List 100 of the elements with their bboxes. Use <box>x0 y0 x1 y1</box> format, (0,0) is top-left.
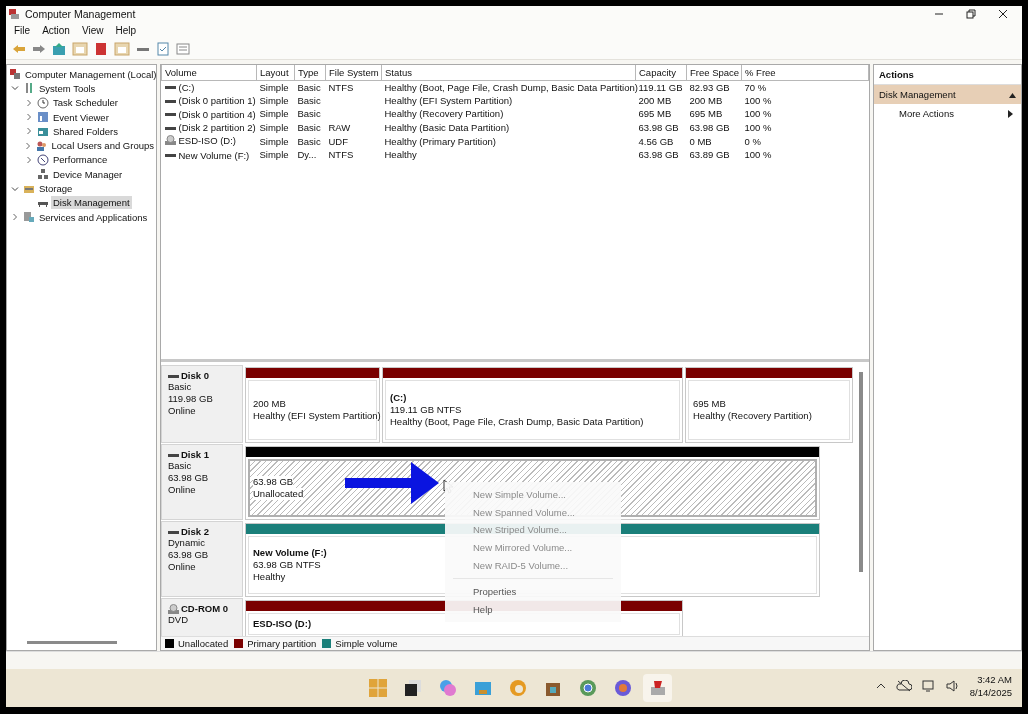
column-header[interactable]: Type <box>294 65 326 80</box>
window-title: Computer Management <box>25 8 137 20</box>
close-icon[interactable] <box>998 9 1008 19</box>
table-cell: 100 % <box>744 149 772 161</box>
gauge-icon <box>37 153 49 166</box>
partition-info: Healthy (EFI System Partition) <box>253 410 381 422</box>
tree-item[interactable]: Event Viewer <box>51 110 111 124</box>
folder-up-icon[interactable] <box>52 41 66 56</box>
column-header[interactable]: Status <box>381 65 636 80</box>
back-arrow-icon[interactable] <box>12 42 26 55</box>
column-header[interactable]: % Free <box>741 65 869 80</box>
partition-name: ESD-ISO (D:) <box>253 618 312 630</box>
tree-item[interactable]: Performance <box>51 153 110 167</box>
partition[interactable]: (C:) 119.11 GB NTFS Healthy (Boot, Page File, Crash Dump, Basic Data Partition) <box>382 367 683 443</box>
menu-item[interactable]: Properties <box>445 582 621 601</box>
table-cell: New Volume (F:) <box>178 149 250 161</box>
column-header[interactable]: Capacity <box>635 65 687 80</box>
scrollbar[interactable] <box>27 641 117 644</box>
table-cell: Healthy (EFI System Partition) <box>384 94 513 106</box>
speaker-icon[interactable] <box>945 680 960 692</box>
menu-item[interactable]: Help <box>445 600 621 619</box>
column-header[interactable]: Free Space <box>686 65 742 80</box>
drive-icon <box>164 97 176 104</box>
disk-info: Online <box>168 484 197 496</box>
menu-item[interactable]: Action <box>42 24 70 36</box>
partition-info: Unallocated <box>253 488 304 500</box>
menu-item[interactable]: File <box>14 24 31 36</box>
disk-label-panel[interactable]: CD-ROM 0 DVD <box>161 598 243 636</box>
table-cell: Basic <box>297 108 321 120</box>
partition-info: Healthy (Recovery Partition) <box>693 410 812 422</box>
drive-icon <box>164 111 176 118</box>
table-cell: 0 MB <box>689 135 712 147</box>
computer-icon <box>9 68 21 81</box>
disk-info: Online <box>168 405 197 417</box>
chevron-right-icon[interactable] <box>11 213 19 222</box>
table-cell: Healthy (Primary Partition) <box>384 135 496 147</box>
disk-label-panel[interactable]: Disk 2 Dynamic 63.98 GB Online <box>161 521 243 597</box>
console-tree-icon[interactable] <box>72 41 88 56</box>
column-header[interactable]: Layout <box>256 65 295 80</box>
table-cell: Healthy (Boot, Page File, Crash Dump, Basic Data Partition) <box>384 81 638 93</box>
tree-item[interactable]: Local Users and Groups <box>49 139 156 153</box>
drive-icon <box>164 124 176 131</box>
partition[interactable]: 200 MB Healthy (EFI System Partition) <box>245 367 380 443</box>
tree-item[interactable]: Computer Management (Local) <box>23 67 159 81</box>
menu-item[interactable]: View <box>81 24 104 36</box>
legend-label: Simple volume <box>335 638 398 649</box>
table-cell: Simple <box>259 122 289 134</box>
disk-name: Disk 1 <box>181 449 209 460</box>
table-cell: 100 % <box>744 122 772 134</box>
taskbar-app[interactable] <box>643 674 672 702</box>
monitor-icon[interactable] <box>921 680 936 692</box>
drive-icon <box>164 84 176 91</box>
tree-item[interactable]: Shared Folders <box>51 124 120 138</box>
cd-drive-icon <box>164 135 176 146</box>
clock-time[interactable]: 3:42 AM <box>977 673 1012 686</box>
chevron-up-icon[interactable] <box>875 682 886 690</box>
table-cell: 82.93 GB <box>689 81 730 93</box>
table-cell: 100 % <box>744 108 772 120</box>
disk-info: Dynamic <box>168 537 206 549</box>
tree-item[interactable]: Services and Applications <box>37 210 150 224</box>
column-header[interactable]: Volume <box>161 65 257 80</box>
table-cell: ESD-ISO (D:) <box>178 134 237 146</box>
table-cell: 200 MB <box>638 94 672 106</box>
list-icon[interactable] <box>176 41 190 56</box>
section-label: Disk Management <box>879 89 956 100</box>
tree-item[interactable]: Disk Management <box>51 196 132 210</box>
column-header[interactable]: File System <box>325 65 382 80</box>
disk-info: 63.98 GB <box>168 549 210 561</box>
chevron-down-icon[interactable] <box>11 184 19 193</box>
cloud-off-icon[interactable] <box>895 680 912 692</box>
chevron-down-icon[interactable] <box>11 84 19 93</box>
tree-item[interactable]: Task Scheduler <box>51 96 120 110</box>
disk-label-panel[interactable]: Disk 0 Basic 119.98 GB Online <box>161 365 243 443</box>
tree-item[interactable]: System Tools <box>37 81 98 95</box>
forward-arrow-icon[interactable] <box>32 42 46 55</box>
action-section[interactable]: Disk Management <box>874 85 1021 104</box>
tree-item[interactable]: Device Manager <box>51 167 125 181</box>
disk-label-panel[interactable]: Disk 1 Basic 63.98 GB Online <box>161 444 243 520</box>
device-icon <box>37 168 49 181</box>
action-link[interactable]: More Actions <box>874 104 1021 123</box>
task-view-icon <box>403 679 422 697</box>
log-icon <box>37 111 49 124</box>
clock-date[interactable]: 8/14/2025 <box>969 686 1012 699</box>
menu-item[interactable]: Help <box>115 24 136 36</box>
panel-icon[interactable] <box>114 41 130 56</box>
legend-label: Unallocated <box>178 638 229 649</box>
restore-icon[interactable] <box>966 9 976 19</box>
scrollbar[interactable] <box>859 372 863 572</box>
partition-info: Healthy <box>253 571 286 583</box>
partition[interactable]: 695 MB Healthy (Recovery Partition) <box>685 367 853 443</box>
table-cell: Basic <box>297 135 321 147</box>
windows-logo-icon <box>368 679 387 697</box>
table-cell: (C:) <box>178 81 195 93</box>
table-cell: 100 % <box>744 94 772 106</box>
tools-icon <box>23 82 35 95</box>
partition-info: 119.11 GB NTFS <box>390 404 462 416</box>
partition-info: Healthy (Boot, Page File, Crash Dump, Basic Data Partition) <box>390 416 644 428</box>
tree-item[interactable]: Storage <box>37 182 75 195</box>
cd-drive-icon <box>168 603 179 614</box>
checklist-icon[interactable] <box>156 41 170 56</box>
